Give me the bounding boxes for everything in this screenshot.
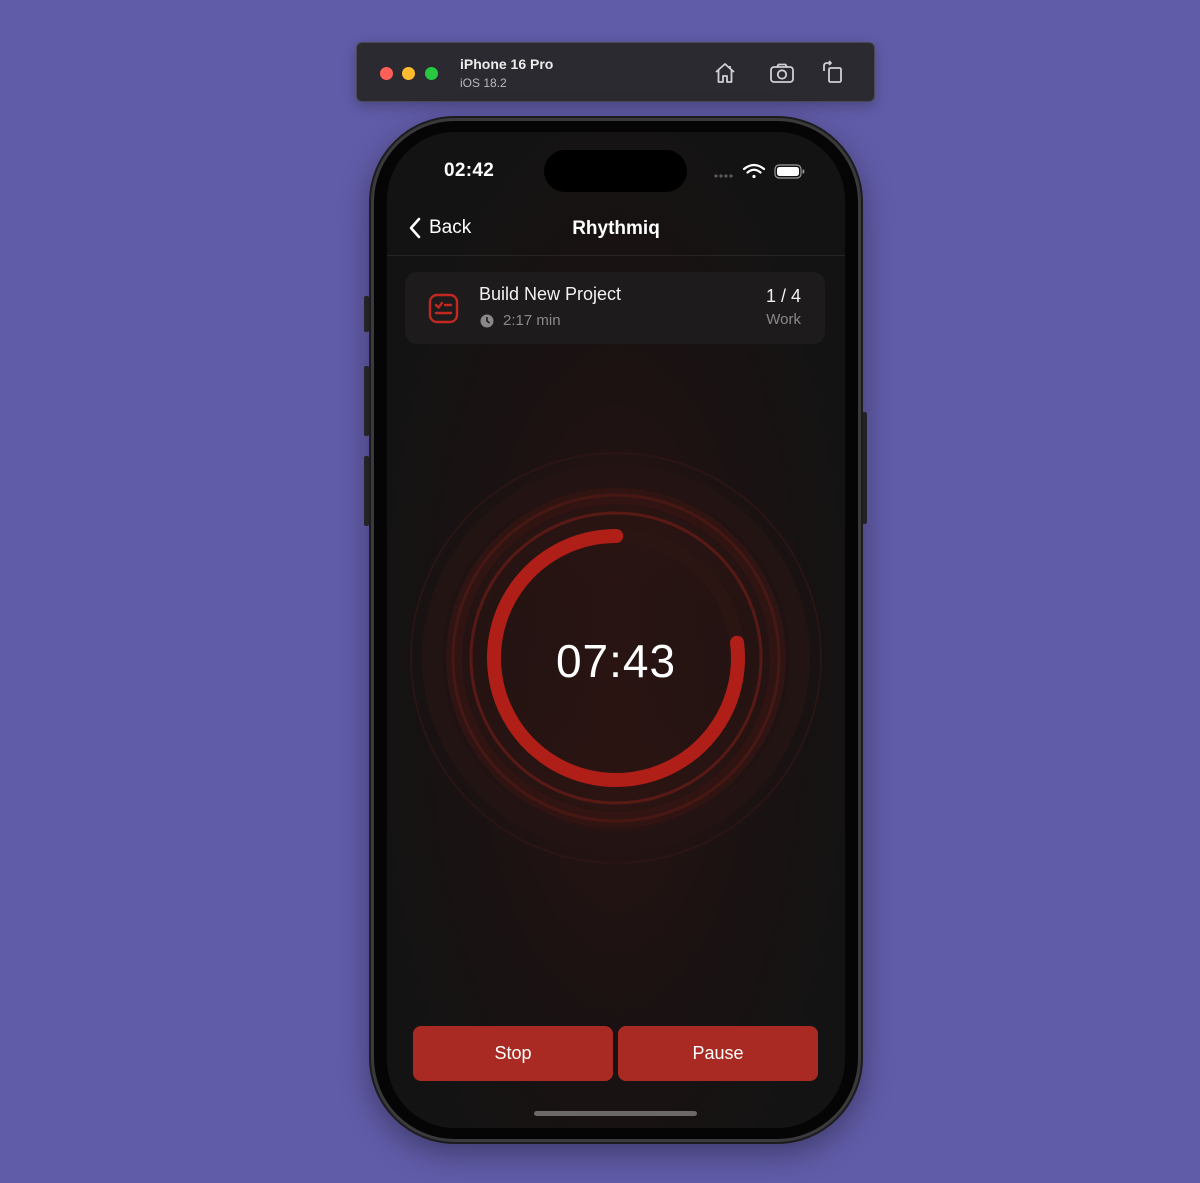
simulator-toolbar: iPhone 16 Pro iOS 18.2	[356, 42, 875, 102]
timer-icon	[480, 314, 494, 327]
status-icons	[713, 162, 813, 182]
task-card[interactable]: Build New Project 2:17 min 1 / 4 Work	[405, 272, 825, 344]
navigation-bar: Back Rhythmiq	[387, 212, 845, 256]
pause-button[interactable]: Pause	[618, 1026, 818, 1081]
home-indicator[interactable]	[534, 1111, 697, 1116]
screenshot-icon[interactable]	[768, 59, 796, 87]
wifi-icon	[742, 163, 766, 179]
timer-display: 07:43	[555, 635, 677, 687]
page-title: Rhythmiq	[572, 218, 660, 239]
zoom-window-button[interactable]	[425, 67, 438, 80]
checklist-icon	[428, 293, 459, 324]
app-screen: 02:42 Back Rhythmiq Build New Project 2:…	[387, 132, 845, 1128]
task-duration: 2:17 min	[479, 312, 561, 329]
minimize-window-button[interactable]	[402, 67, 415, 80]
status-time: 02:42	[444, 160, 495, 181]
home-icon[interactable]	[711, 59, 739, 87]
task-title: Build New Project	[479, 284, 622, 304]
rotate-icon[interactable]	[820, 59, 848, 87]
cellular-icon	[714, 174, 733, 178]
close-window-button[interactable]	[380, 67, 393, 80]
stop-button[interactable]: Stop	[413, 1026, 613, 1081]
task-progress: 1 / 4	[765, 286, 801, 306]
dynamic-island	[544, 150, 687, 192]
os-version: iOS 18.2	[460, 76, 507, 90]
task-duration-label: 2:17 min	[503, 312, 561, 329]
device-name: iPhone 16 Pro	[460, 56, 554, 72]
battery-icon	[774, 164, 805, 179]
task-phase: Work	[766, 311, 801, 328]
